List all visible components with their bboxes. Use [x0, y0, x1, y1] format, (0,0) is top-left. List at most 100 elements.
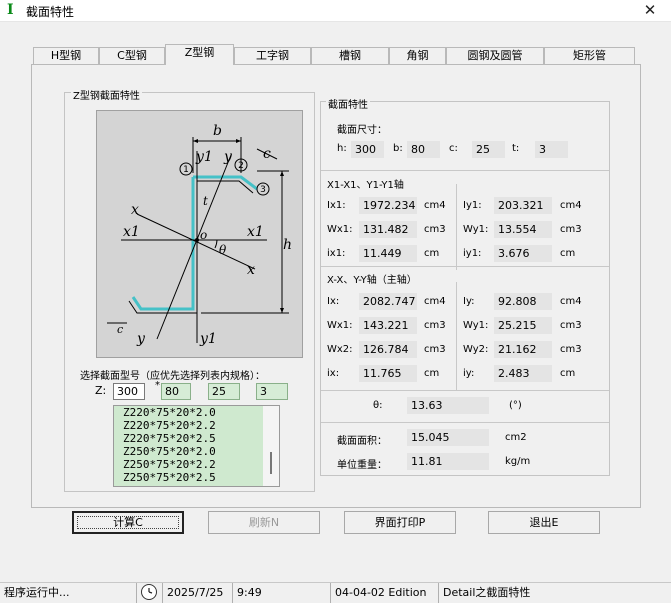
ix1-unit: cm4	[424, 200, 446, 211]
wy1-principal-label: Wy1:	[463, 320, 489, 331]
wy1-label: Wy1:	[463, 224, 489, 235]
status-edition: 04-04-02 Edition	[330, 583, 438, 603]
app-icon: I	[7, 2, 14, 18]
wy1-principal-value: 25.215	[494, 317, 552, 334]
c-spec-input[interactable]: 25	[208, 383, 240, 400]
ix1-radius-value: 11.449	[359, 245, 417, 262]
wx1-principal-unit: cm3	[424, 320, 446, 331]
axis2-heading: X-X、Y-Y轴（主轴）	[327, 275, 417, 286]
iy1-value: 203.321	[494, 197, 552, 214]
wx1-value: 131.482	[359, 221, 417, 238]
status-date: 2025/7/25	[162, 583, 232, 603]
label-y-bottom: y	[136, 331, 146, 347]
wx1-principal-value: 143.221	[359, 317, 417, 334]
label-c-top: c	[263, 146, 271, 162]
exit-button[interactable]: 退出E	[488, 511, 600, 534]
h-spec-input[interactable]: 300	[113, 383, 145, 400]
status-clock-cell	[136, 583, 162, 603]
exit-button-label: 退出E	[529, 516, 559, 529]
ix1-value: 1972.234	[359, 197, 417, 214]
tab-rect-tube[interactable]: 矩形管	[544, 47, 635, 65]
wx1-principal-label: Wx1:	[327, 320, 353, 331]
t-value: 3	[535, 141, 568, 158]
wy1-value: 13.554	[494, 221, 552, 238]
label-x-right: x	[247, 262, 255, 278]
print-button[interactable]: 界面打印P	[344, 511, 456, 534]
theta-value: 13.63	[407, 397, 489, 414]
divider	[321, 422, 609, 423]
label-y-top: y	[223, 149, 233, 165]
theta-unit: (°)	[509, 400, 522, 411]
status-text: 程序运行中...	[4, 586, 70, 599]
iy-label: Iy:	[463, 296, 475, 307]
calculate-button[interactable]: 计算C	[72, 511, 184, 534]
iy1-radius-value: 3.676	[494, 245, 552, 262]
iy-value: 92.808	[494, 293, 552, 310]
wy1-principal-unit: cm3	[560, 320, 582, 331]
tab-channel[interactable]: 槽钢	[311, 47, 389, 65]
label-n3: 3	[260, 185, 266, 195]
clock-icon	[141, 584, 157, 600]
area-unit: cm2	[505, 432, 527, 443]
t-label: t:	[512, 143, 520, 154]
label-y1-top: y1	[195, 149, 213, 165]
tab-round-tube[interactable]: 圆钢及圆管	[446, 47, 544, 65]
theta-label: θ:	[373, 400, 383, 411]
iy-radius-unit: cm	[560, 368, 576, 379]
z-label: Z:	[95, 384, 107, 397]
list-item[interactable]: Z220*75*20*2.2	[114, 419, 279, 432]
calculate-button-label: 计算C	[113, 516, 143, 529]
divider	[456, 184, 457, 270]
list-item[interactable]: Z250*75*20*2.0	[114, 445, 279, 458]
close-button[interactable]: ✕	[635, 0, 665, 22]
list-item[interactable]: Z220*75*20*2.0	[114, 406, 279, 419]
iy1-label: Iy1:	[463, 200, 482, 211]
tab-i-beam[interactable]: 工字钢	[234, 47, 311, 65]
window-title: 截面特性	[26, 5, 75, 19]
iy-unit: cm4	[560, 296, 582, 307]
label-n2: 2	[238, 161, 244, 171]
scrollbar-thumb[interactable]	[270, 452, 272, 474]
wy2-label: Wy2:	[463, 344, 489, 355]
b-spec-input[interactable]: 80	[161, 383, 191, 400]
wx1-unit: cm3	[424, 224, 446, 235]
t-spec-input[interactable]: 3	[256, 383, 288, 400]
tab-c-steel[interactable]: C型钢	[99, 47, 165, 65]
ix1-label: Ix1:	[327, 200, 346, 211]
select-spec-label: 选择截面型号（应优先选择列表内规格）：	[80, 371, 265, 382]
label-c-bottom: c	[117, 323, 123, 336]
label-theta: θ	[219, 243, 227, 257]
status-bar: 程序运行中... 2025/7/25 9:49 04-04-02 Edition…	[0, 582, 671, 603]
label-h: h	[283, 237, 292, 253]
tab-angle[interactable]: 角钢	[389, 47, 446, 65]
wx2-unit: cm3	[424, 344, 446, 355]
iy1-unit: cm4	[560, 200, 582, 211]
wy2-unit: cm3	[560, 344, 582, 355]
label-n1: 1	[183, 165, 189, 175]
list-item[interactable]: Z220*75*20*2.5	[114, 432, 279, 445]
label-b: b	[213, 123, 222, 139]
label-x-left: x	[131, 202, 139, 218]
section-diagram: b c h t o θ x x1 x1 x y1 y y y1 c 1 2 3	[96, 110, 303, 358]
spec-listbox[interactable]: Z220*75*20*2.0 Z220*75*20*2.2 Z220*75*20…	[113, 405, 280, 487]
status-detail: Detail之截面特性	[438, 583, 671, 603]
refresh-button[interactable]: 刷新N	[208, 511, 320, 534]
list-item[interactable]: Z250*75*20*2.2	[114, 458, 279, 471]
size-label: 截面尺寸：	[337, 125, 387, 136]
c-value: 25	[472, 141, 505, 158]
tab-z-steel[interactable]: Z型钢	[165, 44, 234, 65]
iy-radius-label: iy:	[463, 368, 475, 379]
axis1-heading: X1-X1、Y1-Y1轴	[327, 180, 404, 191]
b-label: b:	[393, 143, 403, 154]
status-time: 9:49	[232, 583, 330, 603]
label-o: o	[200, 228, 207, 242]
wx2-value: 126.784	[359, 341, 417, 358]
iy1-radius-unit: cm	[560, 248, 576, 259]
list-scrollbar[interactable]	[263, 406, 279, 486]
list-item[interactable]: Z250*75*20*2.5	[114, 471, 279, 484]
tab-h-steel[interactable]: H型钢	[33, 47, 99, 65]
ix-label: Ix:	[327, 296, 340, 307]
divider	[456, 282, 457, 390]
ix-unit: cm4	[424, 296, 446, 307]
weight-value: 11.81	[407, 453, 489, 470]
